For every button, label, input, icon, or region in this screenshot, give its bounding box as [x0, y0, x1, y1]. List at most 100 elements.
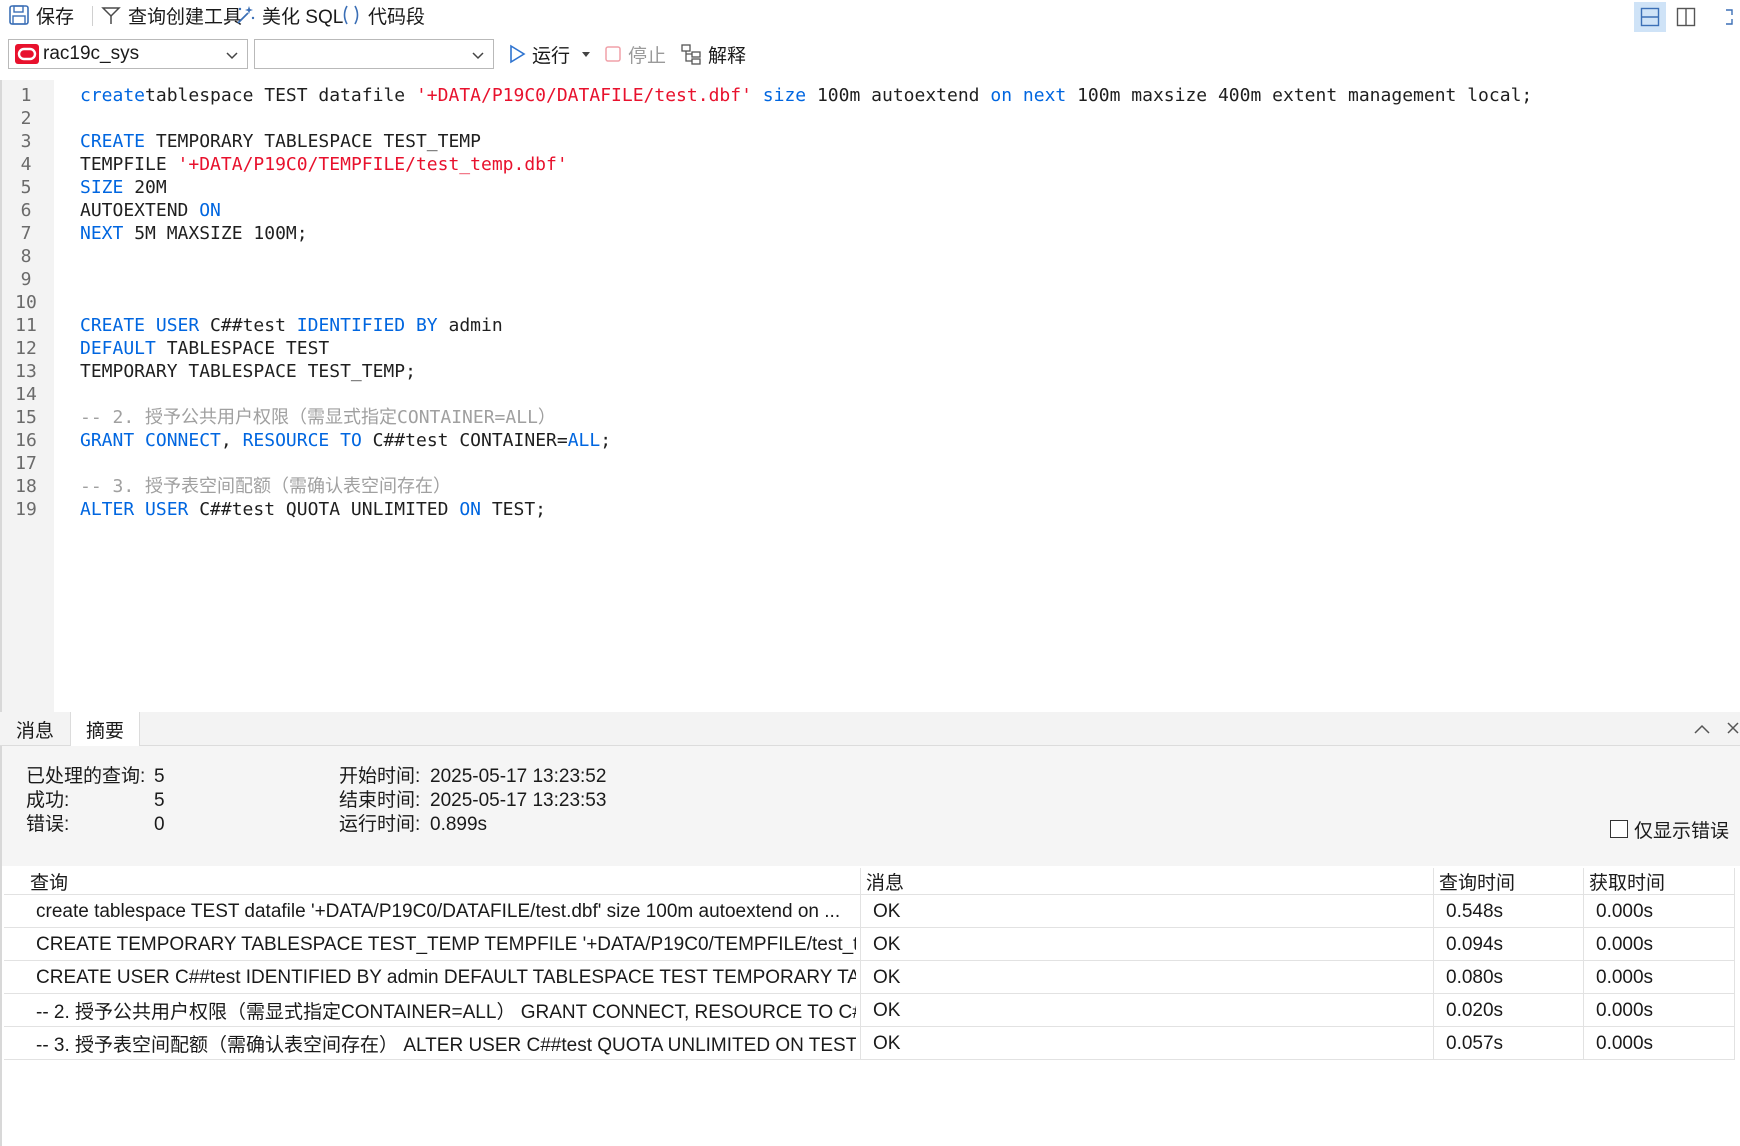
cell-fetch-time: 0.000s: [1596, 900, 1654, 922]
success-label: 成功:: [26, 790, 70, 811]
oracle-logo-icon: [15, 44, 39, 64]
table-row[interactable]: create tablespace TEST datafile '+DATA/P…: [4, 895, 1734, 928]
line-number: 11: [15, 315, 37, 336]
start-time-label: 开始时间:: [339, 766, 421, 787]
stop-button[interactable]: 停止: [604, 39, 666, 69]
sql-keyword: DEFAULT: [80, 338, 156, 359]
sql-text: tablespace TEST datafile: [145, 85, 416, 106]
code-line[interactable]: 2: [0, 107, 1740, 130]
code-content: createtablespace TEST datafile '+DATA/P1…: [80, 84, 1532, 107]
chevron-down-icon: [225, 47, 239, 69]
code-line[interactable]: 3 CREATE TEMPORARY TABLESPACE TEST_TEMP: [0, 130, 1740, 153]
cell-message: OK: [873, 933, 901, 955]
col-header-message[interactable]: 消息: [866, 868, 904, 894]
code-line[interactable]: 11 CREATE USER C##test IDENTIFIED BY admi…: [0, 314, 1740, 337]
col-header-query-time[interactable]: 查询时间: [1439, 868, 1515, 894]
chevron-down-icon: [471, 47, 485, 69]
cell-query-time: 0.094s: [1446, 933, 1504, 955]
code-line[interactable]: 19 ALTER USER C##test QUOTA UNLIMITED ON …: [0, 498, 1740, 521]
code-line[interactable]: 12 DEFAULT TABLESPACE TEST: [0, 337, 1740, 360]
cell-query: -- 2. 授予公共用户权限（需显式指定CONTAINER=ALL） GRANT…: [36, 1002, 856, 1023]
sql-editor[interactable]: 1 createtablespace TEST datafile '+DATA/P…: [0, 80, 1740, 712]
line-number: 16: [15, 430, 37, 451]
error-label: 错误:: [26, 814, 70, 835]
vertical-split-icon: [1676, 7, 1696, 27]
code-line[interactable]: 6 AUTOEXTEND ON: [0, 199, 1740, 222]
query-builder-label: 查询创建工具: [128, 6, 243, 28]
cell-message: OK: [873, 900, 901, 922]
beautify-sql-button[interactable]: 美化 SQL: [234, 0, 343, 30]
sql-text: 20M: [123, 177, 167, 198]
line-number: 9: [20, 269, 32, 290]
processed-queries-label: 已处理的查询:: [26, 766, 146, 787]
line-number: 12: [15, 338, 37, 359]
database-select[interactable]: [254, 39, 494, 69]
sql-comment: -- 3. 授予表空间配额（需确认表空间存在）: [80, 476, 452, 497]
line-number: 15: [15, 407, 37, 428]
query-builder-button[interactable]: 查询创建工具: [100, 0, 242, 30]
tab-summary[interactable]: 摘要: [70, 712, 140, 747]
cell-fetch-time: 0.000s: [1596, 966, 1654, 988]
sql-text: 100m maxsize 400m extent management loca…: [1066, 85, 1533, 106]
code-line[interactable]: 4 TEMPFILE '+DATA/P19C0/TEMPFILE/test_tem…: [0, 153, 1740, 176]
sql-text: AUTOEXTEND: [80, 200, 200, 221]
connection-name: rac19c_sys: [43, 43, 140, 64]
code-content: DEFAULT TABLESPACE TEST: [80, 337, 329, 360]
table-row[interactable]: -- 3. 授予表空间配额（需确认表空间存在） ALTER USER C##te…: [4, 1027, 1734, 1060]
code-line[interactable]: 17: [0, 452, 1740, 475]
code-line[interactable]: 8: [0, 245, 1740, 268]
toolbar-divider: [92, 6, 93, 26]
only-errors-label[interactable]: 仅显示错误: [1634, 816, 1729, 843]
table-row[interactable]: CREATE TEMPORARY TABLESPACE TEST_TEMP TE…: [4, 928, 1734, 961]
code-line[interactable]: 1 createtablespace TEST datafile '+DATA/P…: [0, 84, 1740, 107]
close-panel-icon[interactable]: [1726, 720, 1740, 743]
code-line[interactable]: 15 -- 2. 授予公共用户权限（需显式指定CONTAINER=ALL）: [0, 406, 1740, 429]
sql-keyword: RESOURCE TO: [242, 430, 362, 451]
tab-messages[interactable]: 消息: [0, 712, 70, 746]
code-line[interactable]: 13 TEMPORARY TABLESPACE TEST_TEMP;: [0, 360, 1740, 383]
line-number: 2: [20, 108, 32, 129]
cell-query-time: 0.548s: [1446, 900, 1504, 922]
sql-keyword: next: [1022, 85, 1067, 106]
layout-vertical-button[interactable]: [1670, 2, 1702, 32]
only-errors-checkbox[interactable]: [1610, 820, 1628, 838]
col-header-fetch-time[interactable]: 获取时间: [1589, 868, 1665, 894]
code-line[interactable]: 5 SIZE 20M: [0, 176, 1740, 199]
code-line[interactable]: 14: [0, 383, 1740, 406]
code-line[interactable]: 18 -- 3. 授予表空间配额（需确认表空间存在）: [0, 475, 1740, 498]
sql-keyword: CREATE USER: [80, 315, 200, 336]
start-time-value: 2025-05-17 13:23:52: [430, 766, 607, 787]
layout-horizontal-button[interactable]: [1634, 2, 1666, 32]
cell-message: OK: [873, 1032, 901, 1054]
table-row[interactable]: CREATE USER C##test IDENTIFIED BY admin …: [4, 961, 1734, 994]
code-line[interactable]: 7 NEXT 5M MAXSIZE 100M;: [0, 222, 1740, 245]
code-snippet-button[interactable]: 代码段: [340, 0, 425, 30]
code-line[interactable]: 10: [0, 291, 1740, 314]
run-label: 运行: [532, 45, 571, 67]
code-line[interactable]: 9: [0, 268, 1740, 291]
col-header-query-label: 查询: [30, 872, 69, 894]
connection-select[interactable]: rac19c_sys: [8, 39, 248, 69]
code-content: NEXT 5M MAXSIZE 100M;: [80, 222, 308, 245]
line-number: 18: [15, 476, 37, 497]
cell-query-time: 0.057s: [1446, 1032, 1504, 1054]
line-number: 10: [15, 292, 37, 313]
result-tabs: 消息 摘要: [0, 712, 1740, 747]
sql-keyword: SIZE: [80, 177, 124, 198]
code-line[interactable]: 16 GRANT CONNECT, RESOURCE TO C##test CON…: [0, 429, 1740, 452]
run-button[interactable]: 运行: [508, 39, 570, 69]
col-header-query-time-label: 查询时间: [1439, 872, 1516, 894]
cell-fetch-time: 0.000s: [1596, 933, 1654, 955]
cell-query: -- 3. 授予表空间配额（需确认表空间存在） ALTER USER C##te…: [36, 1035, 856, 1056]
save-button[interactable]: 保存: [8, 0, 74, 30]
col-header-query[interactable]: 查询: [30, 868, 68, 894]
explain-button[interactable]: 解释: [680, 39, 746, 69]
expand-icon: [1726, 9, 1733, 25]
line-number: 5: [20, 177, 32, 198]
code-content: TEMPORARY TABLESPACE TEST_TEMP;: [80, 360, 416, 383]
table-row[interactable]: -- 2. 授予公共用户权限（需显式指定CONTAINER=ALL） GRANT…: [4, 994, 1734, 1027]
sql-text: TEMPFILE: [80, 154, 178, 175]
run-options-dropdown[interactable]: [580, 39, 592, 69]
collapse-panel-icon[interactable]: [1692, 720, 1712, 743]
fullscreen-button[interactable]: [1712, 2, 1740, 32]
